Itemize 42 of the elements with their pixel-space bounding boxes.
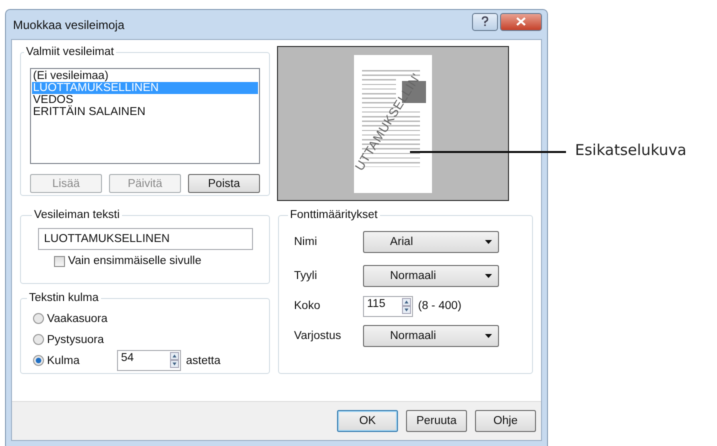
field-label: Varjostus (294, 330, 342, 342)
radio-button[interactable] (33, 313, 44, 324)
spin-arrows-icon (170, 352, 179, 368)
window-title: Muokkaa vesileimoja (12, 18, 124, 32)
dropdown[interactable]: Normaali (363, 325, 499, 347)
field-label: Nimi (294, 236, 318, 248)
help-button[interactable] (472, 12, 498, 30)
size-spin-field[interactable]: 115 (363, 296, 413, 316)
group-title: Valmiit vesileimat (25, 46, 115, 58)
dropdown-arrow-icon (485, 240, 492, 244)
list-item[interactable]: VEDOS (32, 94, 258, 106)
radio-label: Pystysuora (47, 334, 105, 346)
spin-arrows-icon (402, 298, 411, 314)
field-label: Koko (294, 300, 322, 312)
dropdown[interactable]: Normaali (363, 265, 499, 287)
close-icon (516, 17, 526, 26)
field-label: Tyyli (294, 270, 318, 282)
radio-button[interactable] (33, 355, 44, 366)
checkbox[interactable] (54, 256, 65, 266)
radio-label: Kulma (47, 354, 81, 366)
dialog-button[interactable]: Peruuta (406, 410, 467, 432)
checkbox-label: Vain ensimmäiselle sivulle (68, 255, 202, 267)
watermark-text-field[interactable]: LUOTTAMUKSELLINEN (38, 228, 253, 250)
group-title: Tekstin kulma (28, 292, 100, 304)
dialog-button[interactable]: Ohje (475, 410, 536, 432)
radio-label: Vaakasuora (47, 312, 109, 324)
group-title: Vesileiman teksti (33, 209, 121, 221)
question-mark-icon (480, 16, 490, 27)
list-action-button[interactable]: Poista (188, 174, 260, 193)
dropdown-arrow-icon (485, 274, 492, 278)
close-button[interactable] (500, 12, 542, 30)
range-label: (8 - 400) (418, 300, 462, 312)
callout-label: Esikatselukuva (575, 141, 686, 159)
dialog-button[interactable]: OK (337, 410, 398, 432)
dropdown[interactable]: Arial (363, 231, 499, 253)
dropdown-arrow-icon (485, 334, 492, 338)
list-item[interactable]: ERITTÄIN SALAINEN (32, 106, 258, 118)
unit-label: astetta (186, 354, 221, 366)
radio-button[interactable] (33, 334, 44, 345)
angle-spin-field[interactable]: 54 (117, 350, 181, 371)
group-title: Fonttimääritykset (289, 209, 379, 221)
list-item[interactable]: (Ei vesileimaa) (32, 70, 258, 82)
